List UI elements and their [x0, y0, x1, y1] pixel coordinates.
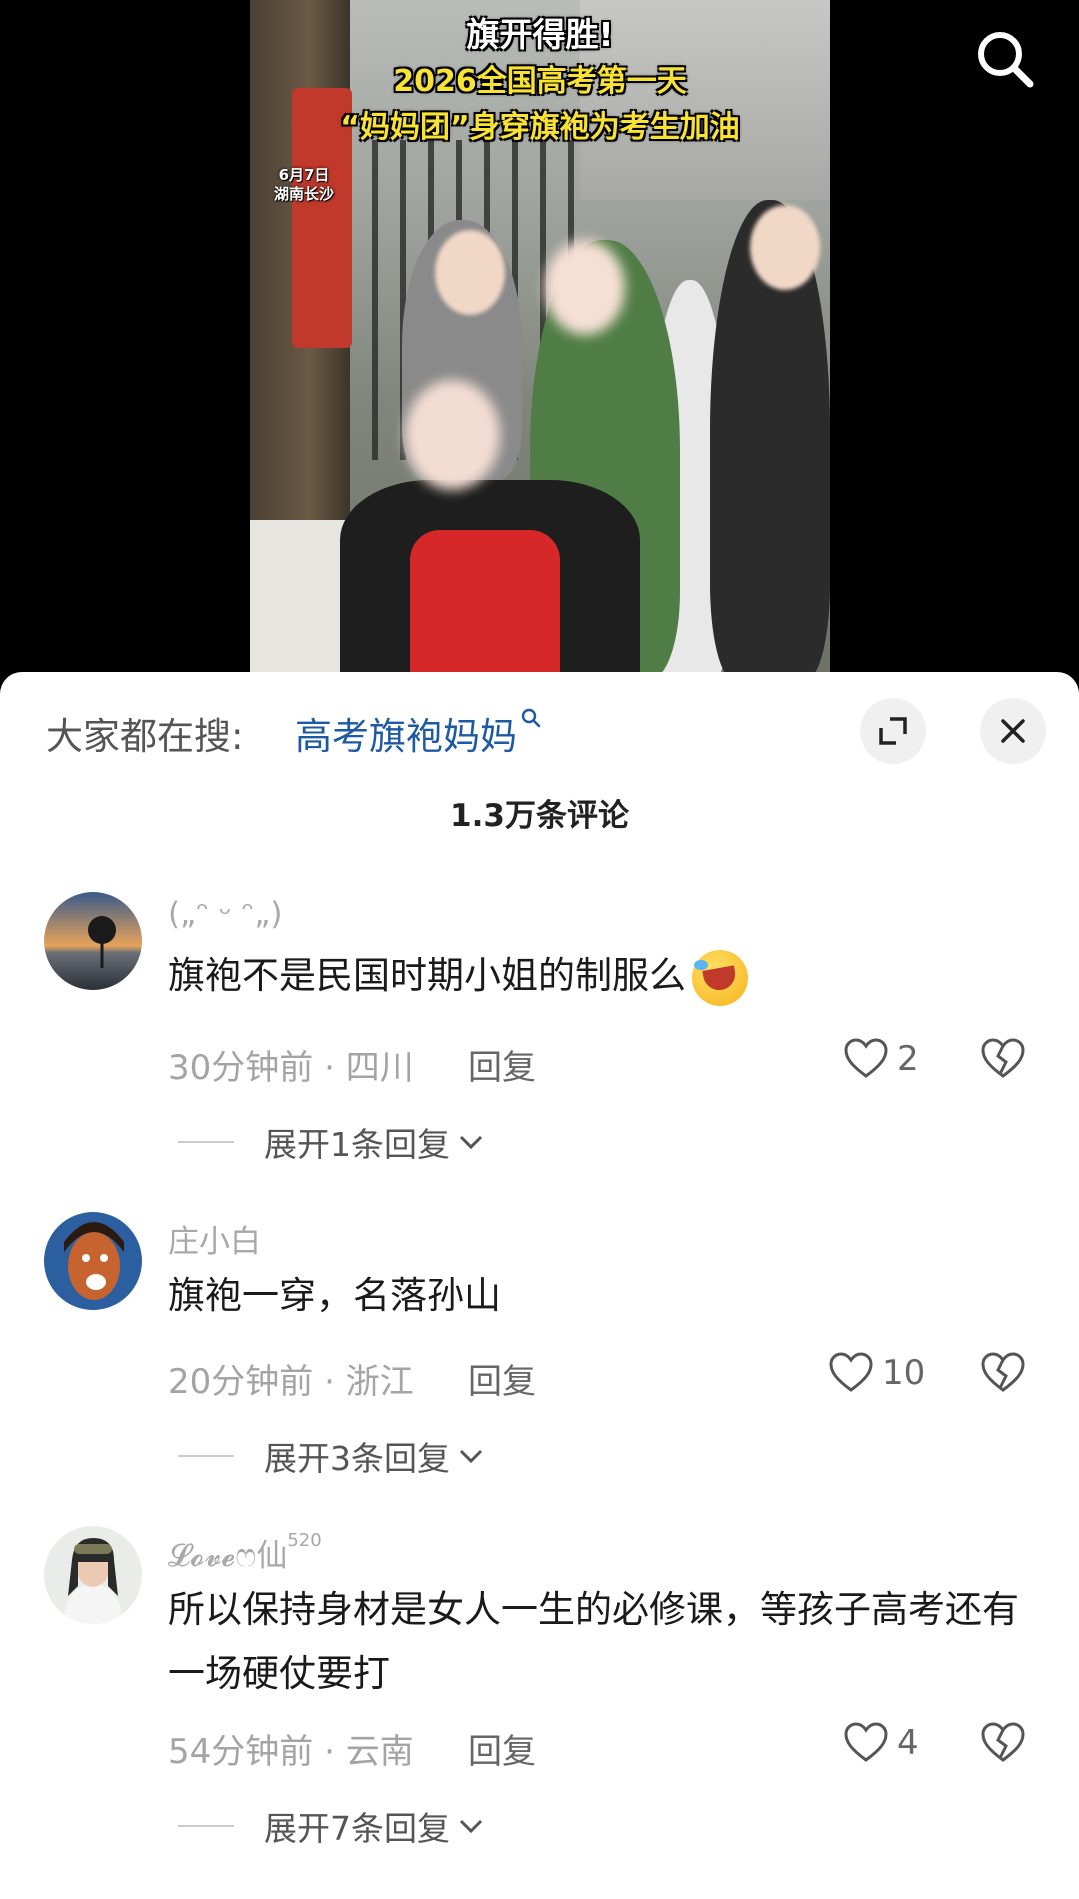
comment-location: 云南 — [345, 1732, 414, 1772]
expand-icon — [879, 717, 907, 745]
heart-icon — [829, 1352, 873, 1392]
comment-sheet-header: 大家都在搜: 高考旗袍妈妈 — [0, 672, 1079, 792]
video-frame[interactable]: 旗开得胜! 2026全国高考第一天 “妈妈团”身穿旗袍为考生加油 6月7日 湖南… — [250, 0, 830, 680]
dislike-button[interactable] — [980, 1722, 1026, 1768]
video-title-line-3: “妈妈团”身穿旗袍为考生加油 — [340, 110, 740, 145]
comment-time: 20分钟前 — [168, 1362, 314, 1402]
close-sheet-button[interactable] — [980, 698, 1046, 764]
username[interactable]: („ᵔ ᵕ ᵔ„) — [168, 896, 282, 932]
avatar[interactable] — [44, 892, 142, 990]
like-count: 2 — [897, 1039, 919, 1079]
chevron-down-icon — [459, 1135, 483, 1150]
meta-separator: · — [313, 1732, 346, 1772]
avatar-woman-photo-image — [44, 1526, 142, 1624]
avatar[interactable] — [44, 1212, 142, 1310]
video-player[interactable]: 旗开得胜! 2026全国高考第一天 “妈妈团”身穿旗袍为考生加油 6月7日 湖南… — [0, 0, 1079, 680]
reply-button[interactable]: 回复 — [468, 1724, 536, 1773]
comment-meta: 30分钟前 · 四川 — [168, 1040, 414, 1089]
video-title-line-2: 2026全国高考第一天 — [393, 64, 687, 99]
chevron-down-icon — [459, 1449, 483, 1464]
search-button[interactable] — [970, 24, 1040, 94]
like-button[interactable]: 2 — [843, 1038, 919, 1080]
divider-line — [178, 1825, 234, 1827]
video-face-blurred — [545, 240, 625, 335]
dislike-button[interactable] — [980, 1038, 1026, 1084]
avatar[interactable] — [44, 1526, 142, 1624]
dislike-button[interactable] — [980, 1352, 1026, 1398]
avatar-sunset-tree-image — [44, 892, 142, 990]
comment-sheet: 大家都在搜: 高考旗袍妈妈 1.3万条评论 („ᵔ ᵕ ᵔ„) 旗袍不是民国时期… — [0, 672, 1079, 1899]
comment-meta: 54分钟前 · 云南 — [168, 1724, 414, 1773]
broken-heart-icon — [981, 1722, 1025, 1762]
video-red-shirt — [410, 530, 560, 680]
username-text: 𝓛𝓸𝓿𝓮ෆ仙 — [168, 1538, 288, 1574]
expand-replies-button[interactable]: 展开1条回复 — [178, 1118, 484, 1166]
comment-text: 所以保持身材是女人一生的必修课，等孩子高考还有一场硬仗要打 — [168, 1588, 1019, 1695]
like-count: 10 — [882, 1353, 926, 1393]
hot-search-link[interactable]: 高考旗袍妈妈 — [295, 706, 541, 760]
comment-text: 旗袍不是民国时期小姐的制服么 — [168, 944, 1048, 1008]
comment-location: 浙江 — [345, 1362, 414, 1402]
video-location: 湖南长沙 — [274, 185, 335, 203]
reply-button[interactable]: 回复 — [468, 1354, 536, 1403]
broken-heart-icon — [981, 1038, 1025, 1078]
small-search-icon — [521, 708, 541, 728]
comment-count: 1.3万条评论 — [450, 798, 629, 834]
video-date-location: 6月7日 湖南长沙 — [274, 166, 334, 204]
expand-replies-button[interactable]: 展开3条回复 — [178, 1432, 484, 1480]
divider-line — [178, 1141, 234, 1143]
hot-search-label: 大家都在搜: — [46, 715, 244, 758]
comment-location: 四川 — [345, 1048, 414, 1088]
broken-heart-icon — [981, 1352, 1025, 1392]
comment-meta: 20分钟前 · 浙江 — [168, 1354, 414, 1403]
video-face — [435, 230, 505, 315]
avatar-cartoon-face-image — [44, 1212, 142, 1310]
expand-sheet-button[interactable] — [860, 698, 926, 764]
hot-search-term: 高考旗袍妈妈 — [295, 715, 517, 758]
search-icon — [978, 32, 1034, 88]
video-tree-base — [250, 520, 350, 680]
username[interactable]: 𝓛𝓸𝓿𝓮ෆ仙520 — [168, 1530, 322, 1575]
expand-replies-label: 展开7条回复 — [264, 1809, 450, 1848]
comment-time: 30分钟前 — [168, 1048, 314, 1088]
like-count: 4 — [897, 1723, 919, 1763]
comment-time: 54分钟前 — [168, 1732, 314, 1772]
heart-icon — [844, 1038, 888, 1078]
like-button[interactable]: 10 — [828, 1352, 925, 1394]
video-face-blurred — [405, 380, 500, 490]
divider-line — [178, 1455, 234, 1457]
video-face — [750, 205, 820, 290]
username[interactable]: 庄小白 — [168, 1216, 261, 1261]
meta-separator: · — [313, 1048, 346, 1088]
laughing-crying-emoji-icon — [692, 949, 748, 1006]
video-date: 6月7日 — [278, 166, 330, 184]
expand-replies-button[interactable]: 展开7条回复 — [178, 1802, 484, 1850]
comment-text: 旗袍一穿，名落孙山 — [168, 1274, 501, 1317]
expand-replies-label: 展开1条回复 — [264, 1125, 450, 1164]
meta-separator: · — [313, 1362, 346, 1402]
expand-replies-label: 展开3条回复 — [264, 1439, 450, 1478]
reply-button[interactable]: 回复 — [468, 1040, 536, 1089]
like-button[interactable]: 4 — [843, 1722, 919, 1764]
username-badge: 520 — [287, 1530, 322, 1551]
heart-icon — [844, 1722, 888, 1762]
video-title-line-1: 旗开得胜! — [466, 15, 614, 54]
comment-text-content: 旗袍不是民国时期小姐的制服么 — [168, 954, 686, 997]
chevron-down-icon — [459, 1819, 483, 1834]
close-icon — [1001, 719, 1025, 743]
